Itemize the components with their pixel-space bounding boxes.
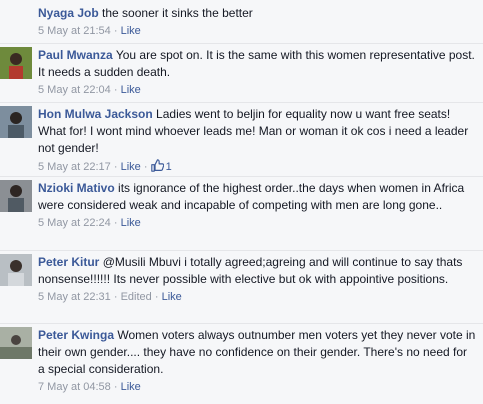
comment-timestamp[interactable]: 5 May at 22:24 [38, 217, 111, 229]
comment-timestamp[interactable]: 5 May at 22:17 [38, 161, 111, 173]
comment-body: Peter Kwinga Women voters always outnumb… [38, 327, 476, 394]
like-button[interactable]: Like [162, 291, 182, 303]
comment-divider [0, 323, 483, 324]
meta-separator: · [154, 291, 162, 303]
like-button[interactable]: Like [121, 161, 141, 173]
comment-body: Nyaga Job the sooner it sinks the better… [38, 5, 476, 38]
comments-list: Nyaga Job the sooner it sinks the better… [0, 0, 483, 404]
comment-meta: 5 May at 21:54 · Like [38, 24, 476, 38]
comment-meta: 5 May at 22:17 · Like · 1 [38, 159, 476, 176]
edited-label[interactable]: Edited [121, 291, 152, 303]
meta-separator: · [113, 291, 121, 303]
comment-body: Peter Kitur @Musili Mbuvi i totally agre… [38, 254, 476, 304]
comment-author-link[interactable]: Nzioki Mativo [38, 181, 115, 195]
like-count-number: 1 [165, 161, 172, 173]
avatar[interactable] [0, 254, 32, 286]
comment-meta: 5 May at 22:24 · Like [38, 216, 476, 230]
avatar[interactable] [0, 180, 32, 212]
like-button[interactable]: Like [121, 84, 141, 96]
thumbs-up-icon [150, 159, 164, 176]
meta-separator: · [113, 161, 121, 173]
comment-divider [0, 102, 483, 103]
comment-body: Nzioki Mativo its ignorance of the highe… [38, 180, 476, 230]
comment-text: the sooner it sinks the better [102, 6, 253, 20]
comment-author-link[interactable]: Peter Kitur [38, 255, 99, 269]
like-button[interactable]: Like [121, 217, 141, 229]
comment-timestamp[interactable]: 5 May at 21:54 [38, 25, 111, 37]
meta-separator: · [113, 84, 121, 96]
comment-author-link[interactable]: Nyaga Job [38, 6, 99, 20]
meta-separator: · [113, 25, 121, 37]
comment-author-link[interactable]: Hon Mulwa Jackson [38, 107, 153, 121]
comment-divider [0, 176, 483, 177]
comment-meta: 7 May at 04:58 · Like [38, 380, 476, 394]
comment-meta: 5 May at 22:31 · Edited · Like [38, 290, 476, 304]
like-button[interactable]: Like [121, 381, 141, 393]
like-button[interactable]: Like [121, 25, 141, 37]
comment-body: Hon Mulwa Jackson Ladies went to beljin … [38, 106, 476, 176]
comment-divider [0, 250, 483, 251]
avatar[interactable] [0, 106, 32, 138]
comment-divider [0, 43, 483, 44]
avatar[interactable] [0, 327, 32, 359]
comment-author-link[interactable]: Paul Mwanza [38, 48, 113, 62]
comment-body: Paul Mwanza You are spot on. It is the s… [38, 47, 476, 97]
comment-timestamp[interactable]: 7 May at 04:58 [38, 381, 111, 393]
comment-meta: 5 May at 22:04 · Like [38, 83, 476, 97]
comment-timestamp[interactable]: 5 May at 22:04 [38, 84, 111, 96]
comment-author-link[interactable]: Peter Kwinga [38, 328, 114, 342]
meta-separator: · [113, 381, 121, 393]
comment-timestamp[interactable]: 5 May at 22:31 [38, 291, 111, 303]
comment-text: @Musili Mbuvi i totally agreed;agreing a… [38, 255, 463, 286]
meta-separator: · [113, 217, 121, 229]
like-count[interactable]: 1 [150, 159, 172, 176]
meta-separator: · [143, 161, 151, 173]
avatar[interactable] [0, 47, 32, 79]
